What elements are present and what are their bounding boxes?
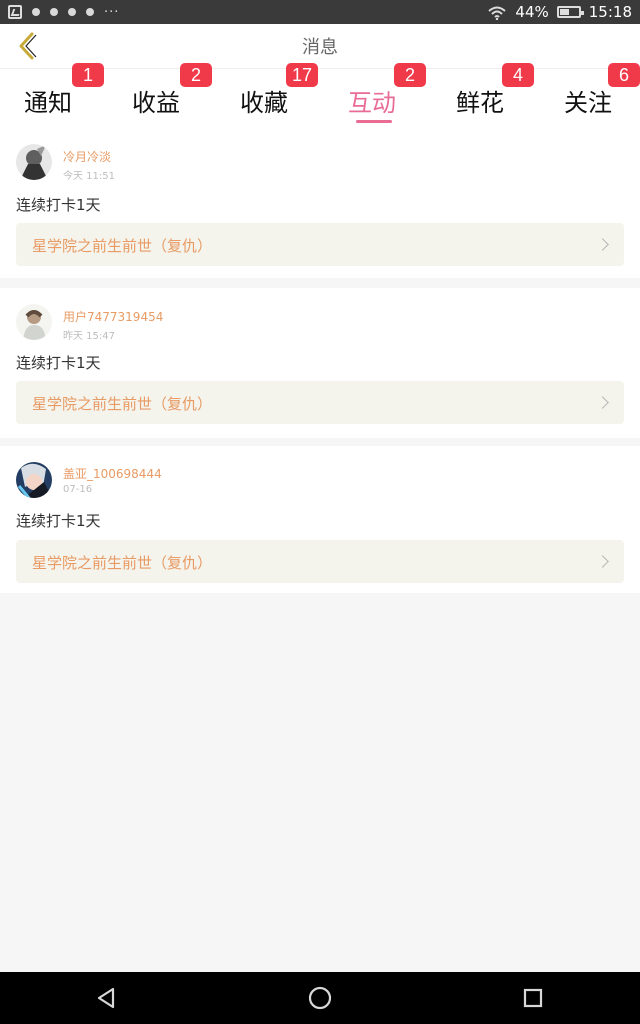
message-time: 昨天 15:47 bbox=[63, 331, 115, 342]
user-avatar[interactable] bbox=[16, 304, 52, 340]
message-content: 连续打卡1天 bbox=[16, 354, 101, 372]
battery-icon bbox=[556, 6, 584, 18]
chevron-right-icon bbox=[596, 238, 609, 251]
unread-badge: 2 bbox=[180, 63, 212, 87]
tab-label: 收益 bbox=[132, 90, 180, 117]
tab-label: 互动 bbox=[348, 90, 396, 117]
message-content: 连续打卡1天 bbox=[16, 512, 101, 530]
top-bar: 消息 bbox=[0, 24, 640, 68]
message-card[interactable]: 冷月冷淡 今天 11:51 连续打卡1天 星学院之前生前世（复仇） bbox=[0, 126, 640, 278]
tab-label: 通知 bbox=[24, 90, 72, 117]
message-time: 今天 11:51 bbox=[63, 171, 115, 182]
tab-flowers[interactable]: 鲜花 4 bbox=[432, 63, 536, 127]
more-notifications-icon: ··· bbox=[104, 4, 120, 20]
tab-label: 收藏 bbox=[240, 90, 288, 117]
chevron-right-icon bbox=[596, 555, 609, 568]
message-card[interactable]: 用户7477319454 昨天 15:47 连续打卡1天 星学院之前生前世（复仇… bbox=[0, 288, 640, 438]
back-button[interactable] bbox=[10, 29, 44, 63]
tab-earnings[interactable]: 收益 2 bbox=[108, 63, 212, 127]
username[interactable]: 冷月冷淡 bbox=[63, 148, 111, 165]
notification-dot-icon bbox=[32, 8, 40, 16]
user-avatar-anime-icon bbox=[16, 462, 52, 498]
battery-percent: 44% bbox=[515, 3, 549, 21]
square-recent-icon bbox=[524, 988, 543, 1008]
chevron-right-icon bbox=[596, 396, 609, 409]
unread-badge: 6 bbox=[608, 63, 640, 87]
app-screen: ··· 44% 15:18 消息 通知 1 收益 2 收藏 17 互动 2 鲜花… bbox=[0, 0, 640, 1024]
book-title: 星学院之前生前世（复仇） bbox=[32, 554, 213, 572]
user-avatar[interactable] bbox=[16, 462, 52, 498]
message-card[interactable]: 盖亚_100698444 07-16 连续打卡1天 星学院之前生前世（复仇） bbox=[0, 446, 640, 593]
wifi-icon bbox=[488, 6, 507, 20]
chevron-left-icon bbox=[19, 32, 37, 60]
user-avatar-grayscale-icon bbox=[16, 144, 52, 180]
tab-notifications[interactable]: 通知 1 bbox=[0, 63, 104, 127]
notification-dot-icon bbox=[68, 8, 76, 16]
tab-following[interactable]: 关注 6 bbox=[540, 63, 640, 127]
nav-recent-apps-button[interactable] bbox=[517, 982, 549, 1014]
unread-badge: 2 bbox=[394, 63, 426, 87]
status-bar: ··· 44% 15:18 bbox=[0, 0, 640, 24]
book-link[interactable]: 星学院之前生前世（复仇） bbox=[16, 223, 624, 266]
tab-label: 关注 bbox=[564, 90, 612, 117]
tab-label: 鲜花 bbox=[456, 90, 504, 117]
notification-dot-icon bbox=[86, 8, 94, 16]
tab-favorites[interactable]: 收藏 17 bbox=[216, 63, 320, 127]
circle-home-icon bbox=[308, 986, 332, 1010]
nav-home-button[interactable] bbox=[304, 982, 336, 1014]
notification-dot-icon bbox=[50, 8, 58, 16]
nav-back-button[interactable] bbox=[91, 982, 123, 1014]
user-avatar-photo-icon bbox=[16, 304, 52, 340]
unread-badge: 17 bbox=[286, 63, 318, 87]
status-right: 44% 15:18 bbox=[487, 3, 632, 21]
username[interactable]: 盖亚_100698444 bbox=[63, 465, 162, 482]
message-time: 07-16 bbox=[63, 484, 93, 495]
message-tabs: 通知 1 收益 2 收藏 17 互动 2 鲜花 4 关注 6 bbox=[0, 63, 640, 127]
status-left: ··· bbox=[8, 5, 119, 20]
clock-time: 15:18 bbox=[588, 3, 632, 21]
gallery-icon bbox=[8, 5, 22, 19]
unread-badge: 4 bbox=[502, 63, 534, 87]
page-title: 消息 bbox=[302, 37, 338, 57]
active-tab-indicator bbox=[356, 120, 392, 123]
user-avatar[interactable] bbox=[16, 144, 52, 180]
unread-badge: 1 bbox=[72, 63, 104, 87]
triangle-back-icon bbox=[97, 987, 114, 1009]
username[interactable]: 用户7477319454 bbox=[63, 308, 163, 325]
book-title: 星学院之前生前世（复仇） bbox=[32, 237, 213, 255]
book-link[interactable]: 星学院之前生前世（复仇） bbox=[16, 540, 624, 583]
message-content: 连续打卡1天 bbox=[16, 196, 101, 214]
book-link[interactable]: 星学院之前生前世（复仇） bbox=[16, 381, 624, 424]
book-title: 星学院之前生前世（复仇） bbox=[32, 395, 213, 413]
system-navigation-bar bbox=[0, 972, 640, 1024]
tab-interactions[interactable]: 互动 2 bbox=[324, 63, 428, 127]
